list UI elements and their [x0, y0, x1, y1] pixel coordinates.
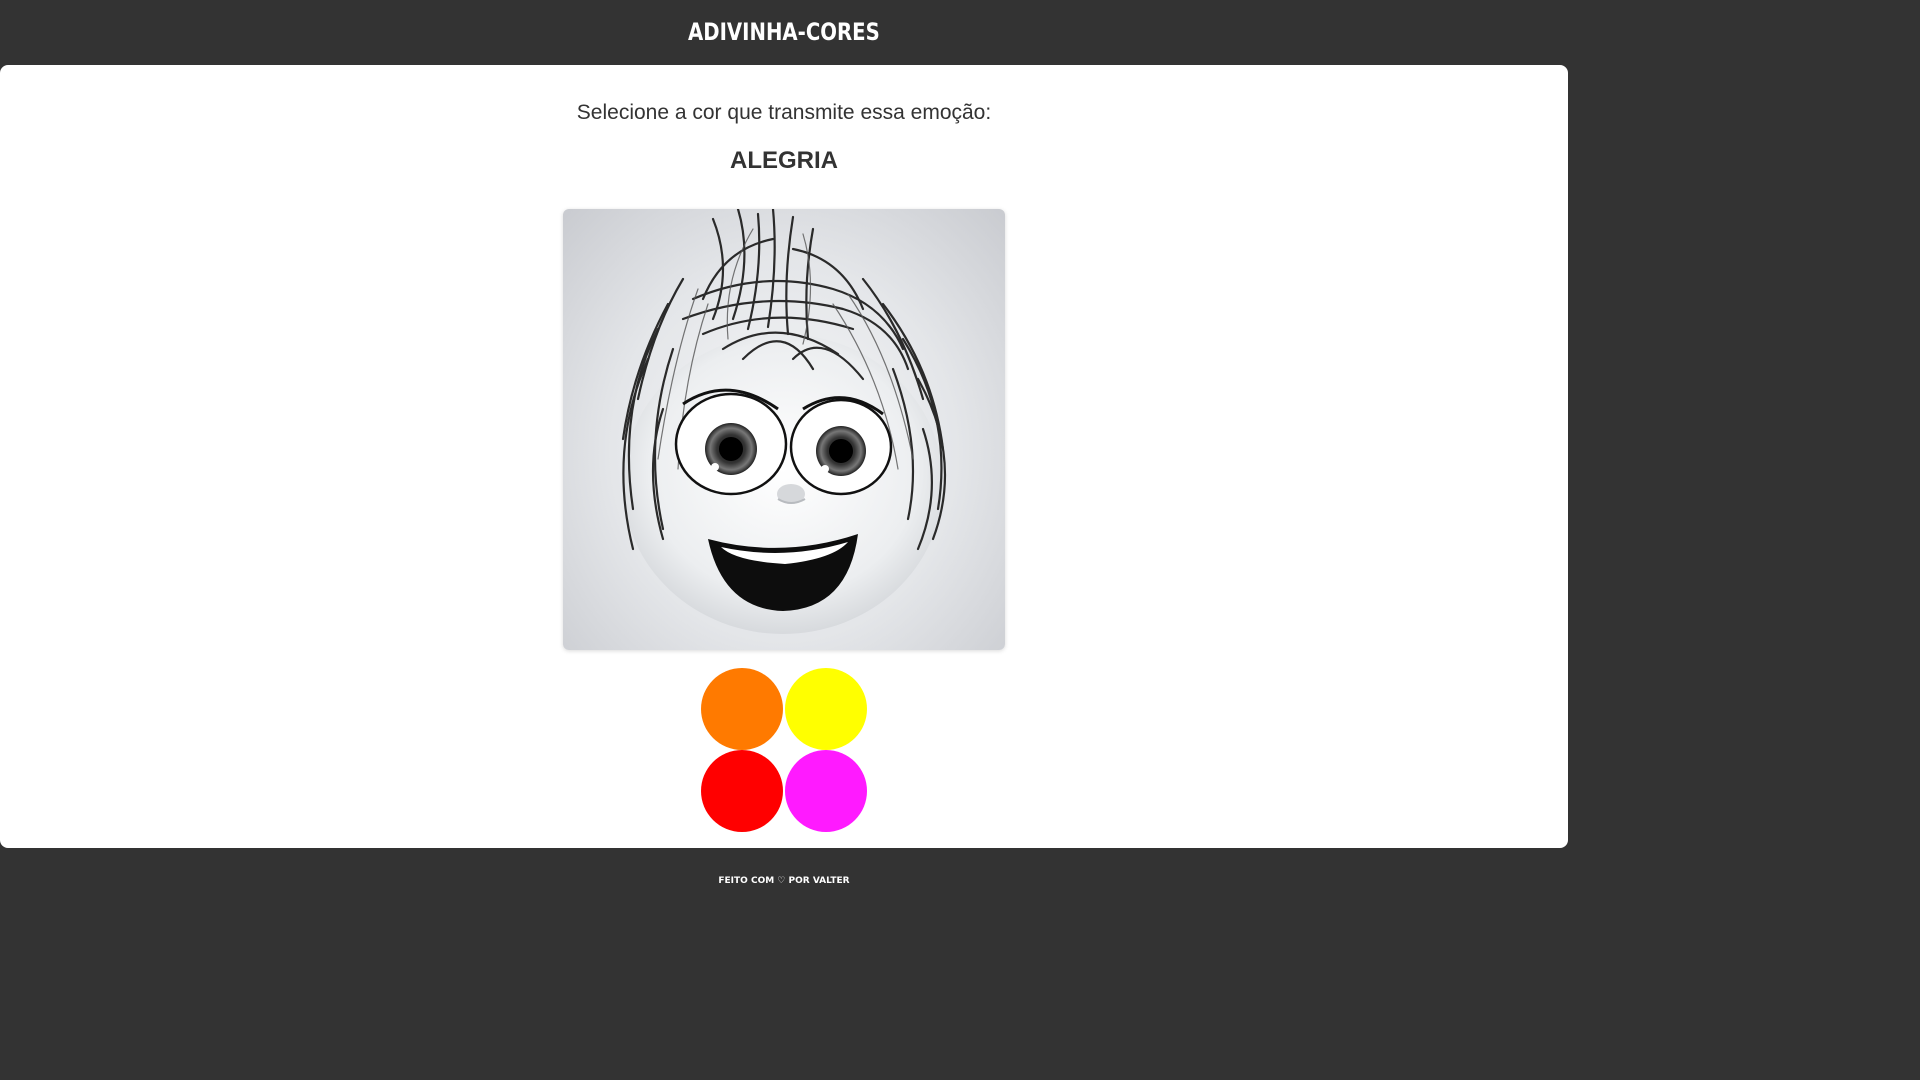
joy-face-illustration: [621, 209, 947, 634]
color-option-red[interactable]: [701, 750, 783, 832]
footer-credit: FEITO COM ♡ POR VALTER: [718, 876, 850, 886]
emotion-image: [563, 209, 1005, 650]
app-footer: FEITO COM ♡ POR VALTER: [0, 848, 1568, 886]
color-options: [700, 668, 868, 832]
color-option-yellow[interactable]: [785, 668, 867, 750]
question-prompt: Selecione a cor que transmite essa emoçã…: [576, 101, 992, 124]
color-option-magenta[interactable]: [785, 750, 867, 832]
app-title: ADIVINHA-CORES: [688, 17, 880, 46]
game-panel: Selecione a cor que transmite essa emoçã…: [0, 65, 1568, 848]
emotion-label: ALEGRIA: [730, 147, 838, 174]
app-header: ADIVINHA-CORES: [0, 0, 1568, 65]
color-option-orange[interactable]: [701, 668, 783, 750]
